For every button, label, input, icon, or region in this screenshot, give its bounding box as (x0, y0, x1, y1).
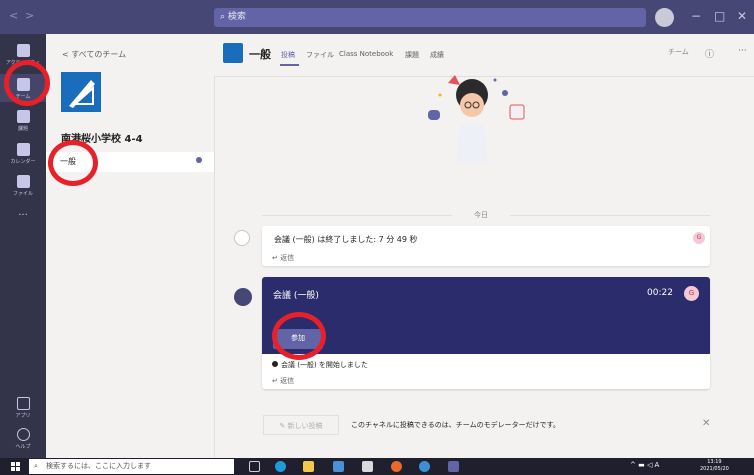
rail-label-assignments: 課題 (17, 126, 28, 132)
app-icon[interactable] (362, 461, 373, 472)
taskbar-clock[interactable]: 13:19 2021/05/20 (700, 459, 729, 473)
date-divider-line (510, 215, 710, 216)
search-icon: ⌕ (220, 12, 228, 22)
more-options-icon[interactable]: ··· (738, 46, 747, 56)
rail-item-help[interactable]: ヘルプ (0, 428, 46, 450)
meeting-duration: 00:22 (647, 288, 673, 298)
back-arrow-icon[interactable]: < (9, 9, 18, 22)
task-view-icon[interactable] (249, 461, 260, 472)
assignments-icon (16, 110, 30, 123)
bell-icon (16, 44, 30, 57)
help-icon (16, 428, 30, 441)
annotation-circle-join (272, 312, 326, 360)
annotation-circle-teams (4, 60, 50, 106)
all-teams-link[interactable]: < すべてのチーム (62, 49, 126, 60)
video-camera-icon (234, 288, 252, 306)
edge-icon[interactable] (275, 461, 286, 472)
apps-icon (16, 397, 30, 410)
rail-item-calendar[interactable]: カレンダー (0, 143, 46, 165)
system-tray[interactable]: ^ ▬ ◁ A (630, 461, 659, 469)
rail-item-apps[interactable]: アプリ (0, 397, 46, 419)
meeting-title: 会議 (一般) (273, 291, 319, 301)
teams-taskbar-icon[interactable] (448, 461, 459, 472)
active-tab-indicator (280, 64, 299, 66)
meeting-participant-avatar: G (684, 286, 699, 301)
chrome-icon[interactable] (391, 461, 402, 472)
rail-label-help: ヘルプ (15, 444, 31, 450)
reply-icon: ↵ (272, 254, 281, 262)
channel-title: 一般 (249, 48, 271, 61)
reply-icon: ↵ (272, 377, 281, 385)
windows-start-icon[interactable] (11, 462, 20, 471)
rail-item-files[interactable]: ファイル (0, 175, 46, 197)
meeting-active-icon (196, 157, 202, 163)
clock-time: 13:19 (707, 459, 722, 465)
rail-item-assignments[interactable]: 課題 (0, 110, 46, 132)
taskbar-search-input[interactable]: ⌕ 検索するには、ここに入力します (29, 459, 234, 474)
maximize-button[interactable]: □ (714, 9, 725, 23)
welcome-illustration (428, 75, 525, 163)
rail-label-files: ファイル (12, 191, 33, 197)
meeting-ended-card (262, 226, 710, 266)
tab-assignments[interactable]: 課題 (405, 50, 419, 60)
close-window-button[interactable]: ✕ (737, 9, 747, 23)
channel-team-logo (223, 43, 243, 63)
close-notice-button[interactable]: ✕ (702, 418, 710, 429)
rail-more-button[interactable]: ··· (0, 210, 46, 221)
annotation-circle-channel (48, 140, 98, 186)
network-icon[interactable]: ▬ (638, 461, 647, 469)
store-icon[interactable] (333, 461, 344, 472)
clock-date: 2021/05/20 (700, 466, 729, 472)
pencil-triangle-icon (69, 80, 95, 108)
team-button[interactable]: チーム (668, 47, 689, 57)
meeting-started-text: 会議 (一般) を開始しました (281, 361, 368, 369)
moderation-notice: このチャネルに投稿できるのは、チームのモデレーターだけです。 (351, 421, 560, 429)
minimize-button[interactable]: − (691, 9, 701, 23)
tab-posts[interactable]: 投稿 (281, 50, 295, 60)
file-icon (16, 175, 30, 188)
chevron-up-icon[interactable]: ^ (630, 461, 638, 469)
tab-files[interactable]: ファイル (306, 50, 334, 60)
new-post-button[interactable]: ✎ 新しい投稿 (263, 415, 339, 435)
participant-avatar: G (693, 232, 705, 244)
ime-indicator[interactable]: A (655, 461, 660, 469)
info-icon[interactable]: ⓘ (705, 47, 714, 60)
search-placeholder: 検索 (227, 12, 246, 22)
tab-class-notebook[interactable]: Class Notebook (339, 50, 393, 58)
meeting-banner (262, 277, 710, 354)
rail-label-apps: アプリ (15, 413, 31, 419)
calendar-icon (16, 143, 30, 156)
reply-label: 返信 (280, 254, 295, 262)
meeting-reply-button[interactable]: ↵ 返信 (272, 376, 294, 386)
app-icon[interactable] (419, 461, 430, 472)
meeting-start-icon (272, 361, 278, 367)
meeting-ended-icon (234, 230, 250, 246)
date-divider-line (262, 215, 452, 216)
date-divider: 今日 (474, 211, 488, 219)
tab-grades[interactable]: 成績 (430, 50, 444, 60)
meeting-ended-text: 会議 (一般) は終了しました: 7 分 49 秒 (274, 235, 418, 244)
search-input[interactable]: ⌕ 検索 (214, 8, 646, 27)
profile-avatar[interactable] (655, 8, 674, 27)
taskbar-search-placeholder: 検索するには、ここに入力します (46, 462, 151, 470)
team-logo (61, 72, 101, 112)
forward-arrow-icon[interactable]: > (25, 9, 34, 22)
new-post-label: 新しい投稿 (287, 422, 323, 430)
volume-icon[interactable]: ◁ (647, 461, 655, 469)
search-icon: ⌕ (34, 462, 38, 470)
rail-label-calendar: カレンダー (10, 159, 36, 165)
reply-label: 返信 (280, 377, 295, 385)
compose-icon: ✎ (279, 422, 288, 430)
reply-button[interactable]: ↵ 返信 (272, 253, 294, 263)
file-explorer-icon[interactable] (303, 461, 314, 472)
